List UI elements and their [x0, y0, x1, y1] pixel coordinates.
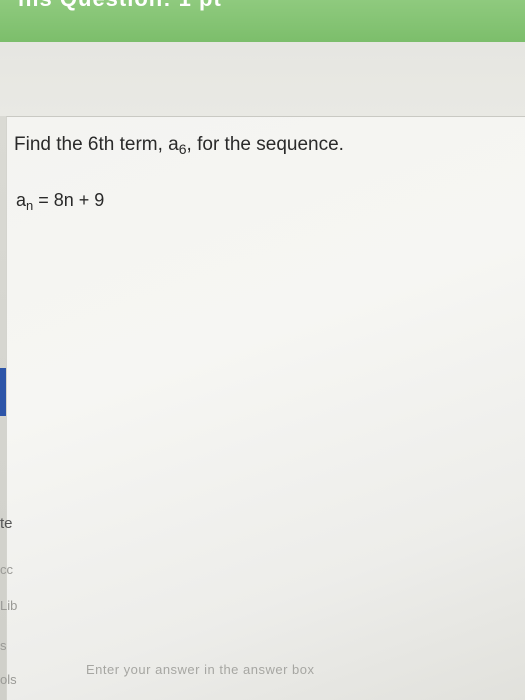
sidebar-item-s[interactable]: s	[0, 638, 7, 653]
question-header-title: his Question: 1 pt	[18, 0, 222, 12]
header-gap	[0, 42, 525, 116]
answer-box-hint: Enter your answer in the answer box	[86, 662, 315, 677]
sidebar-item-lib[interactable]: Lib	[0, 598, 17, 613]
formula-base: a	[16, 190, 27, 210]
screen: his Question: 1 pt Find the 6th term, a6…	[0, 0, 525, 700]
sidebar-item-tools[interactable]: ols	[0, 672, 17, 687]
sidebar-item-cc[interactable]: cc	[0, 562, 13, 577]
prompt-text-end: , for the sequence.	[186, 134, 344, 155]
prompt-text-start: Find the 6th term, a	[14, 134, 179, 155]
question-header-bar: his Question: 1 pt	[0, 0, 525, 42]
question-prompt: Find the 6th term, a6, for the sequence.	[14, 134, 344, 157]
prompt-subscript: 6	[178, 141, 187, 157]
formula-expression: = 8n + 9	[33, 190, 105, 210]
sequence-formula: an = 8n + 9	[16, 190, 104, 213]
sidebar-item-te[interactable]: te	[0, 515, 13, 532]
